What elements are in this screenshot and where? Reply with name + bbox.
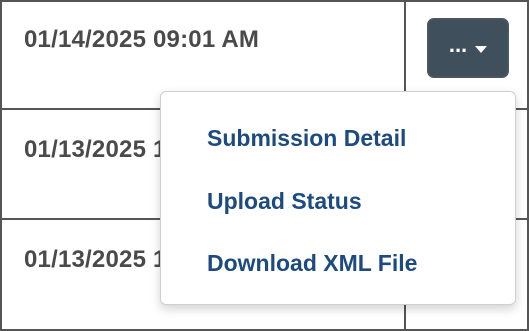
caret-down-icon [475,45,488,53]
row-actions-dropdown-menu: Submission Detail Upload Status Download… [160,91,516,305]
submission-date-cell: 01/14/2025 09:01 AM [24,26,260,53]
menu-item-submission-detail[interactable]: Submission Detail [207,125,406,152]
menu-item-download-xml-file[interactable]: Download XML File [207,250,417,277]
more-actions-label: ... [448,32,468,57]
row-actions-button[interactable]: ... [427,18,509,78]
menu-item-upload-status[interactable]: Upload Status [207,188,362,215]
